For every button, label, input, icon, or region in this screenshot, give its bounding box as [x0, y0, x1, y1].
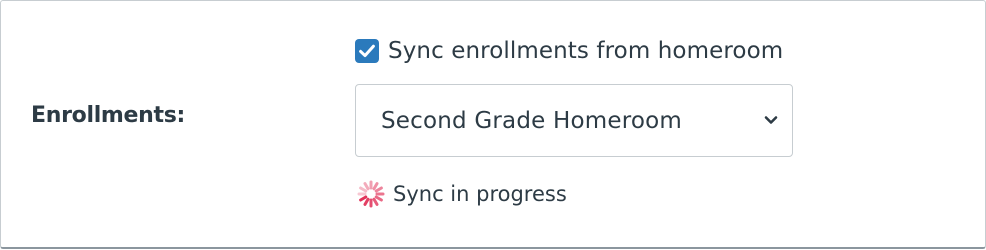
spinner-tick: [374, 195, 383, 202]
enrollments-label: Enrollments:: [31, 103, 186, 128]
homeroom-select-value: Second Grade Homeroom: [381, 107, 683, 134]
spinner-tick: [363, 182, 370, 191]
spinner-tick: [372, 182, 379, 191]
sync-status-text: Sync in progress: [393, 182, 567, 206]
enrollments-panel: Sync enrollments from homeroom Enrollmen…: [0, 0, 986, 249]
sync-enrollments-checkbox-row[interactable]: Sync enrollments from homeroom: [355, 35, 783, 67]
sync-enrollments-label[interactable]: Sync enrollments from homeroom: [388, 38, 783, 64]
spinner-tick: [374, 186, 383, 193]
sync-enrollments-checkbox[interactable]: [355, 39, 379, 63]
homeroom-select[interactable]: Second Grade Homeroom: [355, 84, 793, 157]
checkmark-icon: [359, 44, 375, 58]
chevron-down-icon: [764, 113, 778, 127]
spinner-tick: [359, 186, 368, 193]
spinner-tick: [363, 197, 370, 206]
spinner-tick: [372, 197, 379, 206]
sync-status: Sync in progress: [355, 178, 567, 210]
spinner-tick: [359, 195, 368, 202]
loading-spinner-icon: [355, 178, 387, 210]
